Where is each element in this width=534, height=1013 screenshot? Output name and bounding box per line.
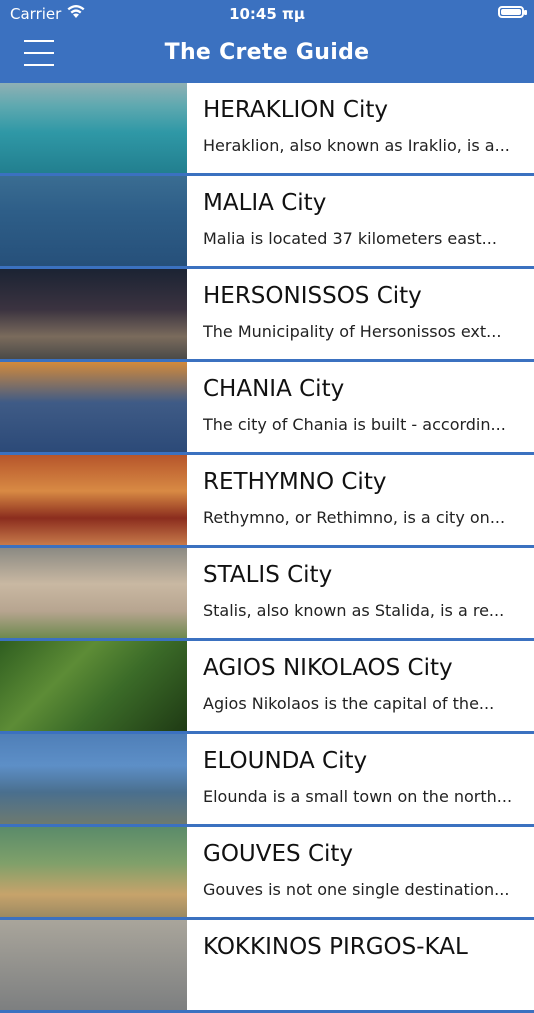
status-bar: Carrier 10:45 πμ (0, 0, 534, 28)
city-name: KOKKINOS PIRGOS-KAL (203, 934, 468, 960)
city-thumbnail (0, 269, 187, 359)
city-thumbnail (0, 734, 187, 824)
city-thumbnail (0, 362, 187, 452)
city-thumbnail (0, 83, 187, 173)
city-thumbnail (0, 641, 187, 731)
city-row-rethymno[interactable]: RETHYMNO City Rethymno, or Rethimno, is … (0, 455, 534, 548)
city-description: Heraklion, also known as Iraklio, is a..… (203, 136, 510, 155)
city-row-gouves[interactable]: GOUVES City Gouves is not one single des… (0, 827, 534, 920)
city-description: Gouves is not one single destination... (203, 880, 510, 899)
city-row-stalis[interactable]: STALIS City Stalis, also known as Stalid… (0, 548, 534, 641)
city-description: Stalis, also known as Stalida, is a re..… (203, 601, 505, 620)
city-description: The Municipality of Hersonissos ext... (203, 322, 502, 341)
city-row-heraklion[interactable]: HERAKLION City Heraklion, also known as … (0, 83, 534, 176)
city-row-agios-nikolaos[interactable]: AGIOS NIKOLAOS City Agios Nikolaos is th… (0, 641, 534, 734)
city-row-hersonissos[interactable]: HERSONISSOS City The Municipality of Her… (0, 269, 534, 362)
battery-icon (498, 6, 527, 18)
city-name: AGIOS NIKOLAOS City (203, 655, 453, 681)
city-name: STALIS City (203, 562, 333, 588)
city-name: HERAKLION City (203, 97, 388, 123)
city-description: Elounda is a small town on the north... (203, 787, 513, 806)
city-name: RETHYMNO City (203, 469, 387, 495)
city-name: GOUVES City (203, 841, 354, 867)
city-description: Rethymno, or Rethimno, is a city on... (203, 508, 506, 527)
city-description: The city of Chania is built - accordin..… (203, 415, 506, 434)
city-row-malia[interactable]: MALIA City Malia is located 37 kilometer… (0, 176, 534, 269)
city-description: Malia is located 37 kilometers east... (203, 229, 497, 248)
city-row-chania[interactable]: CHANIA City The city of Chania is built … (0, 362, 534, 455)
clock-label: 10:45 πμ (229, 5, 305, 23)
city-name: HERSONISSOS City (203, 283, 422, 309)
city-thumbnail (0, 920, 187, 1010)
page-title: The Crete Guide (164, 40, 370, 65)
city-name: ELOUNDA City (203, 748, 368, 774)
city-name: MALIA City (203, 190, 327, 216)
city-row-elounda[interactable]: ELOUNDA City Elounda is a small town on … (0, 734, 534, 827)
city-row-kokkinos-pirgos[interactable]: KOKKINOS PIRGOS-KAL (0, 920, 534, 1013)
city-description: Agios Nikolaos is the capital of the... (203, 694, 495, 713)
city-thumbnail (0, 455, 187, 545)
city-name: CHANIA City (203, 376, 345, 402)
city-thumbnail (0, 176, 187, 266)
city-thumbnail (0, 548, 187, 638)
city-thumbnail (0, 827, 187, 917)
city-list: HERAKLION City Heraklion, also known as … (0, 83, 534, 1013)
navigation-bar: Carrier 10:45 πμ The Crete Guide (0, 0, 534, 83)
